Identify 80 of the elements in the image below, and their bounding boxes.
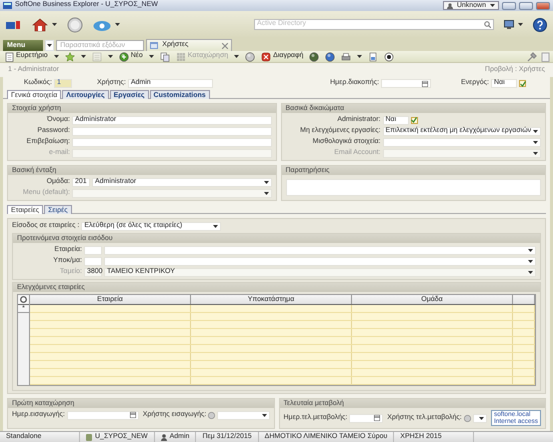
copy-icon xyxy=(160,52,170,62)
page-icon xyxy=(368,52,378,62)
caret-icon xyxy=(533,140,538,144)
caret-icon xyxy=(108,55,113,58)
input-field[interactable] xyxy=(72,138,272,146)
app-icon xyxy=(3,2,12,9)
toolbar-button[interactable] xyxy=(340,51,364,62)
caret-icon xyxy=(528,270,533,274)
caret-icon xyxy=(264,192,268,194)
circle-icon xyxy=(309,52,320,62)
logo-icon[interactable] xyxy=(6,20,22,30)
dropdown-field[interactable] xyxy=(382,148,541,158)
caret-icon xyxy=(52,23,57,26)
document-icon xyxy=(4,52,14,62)
dropdown-field[interactable] xyxy=(472,414,487,422)
caret-icon xyxy=(54,55,59,58)
notes-field[interactable] xyxy=(286,179,541,196)
info-icon xyxy=(325,52,336,62)
delete-icon xyxy=(261,52,272,62)
caret-icon xyxy=(213,224,218,228)
check-icon xyxy=(520,80,526,86)
code-field[interactable] xyxy=(84,246,102,254)
checkbox[interactable] xyxy=(519,80,526,87)
caret-icon xyxy=(115,23,120,26)
monitor-icon[interactable] xyxy=(504,20,514,29)
calendar-icon xyxy=(422,80,428,86)
toolbar-button[interactable] xyxy=(308,51,320,62)
date-field[interactable] xyxy=(349,414,384,422)
code-field[interactable] xyxy=(84,256,102,266)
caret-icon xyxy=(47,44,52,47)
caret-icon xyxy=(518,23,523,26)
help-icon[interactable] xyxy=(533,18,547,32)
database-icon xyxy=(86,434,92,440)
calendar-icon xyxy=(130,412,136,418)
caret-icon xyxy=(264,180,268,184)
search-icon xyxy=(484,21,491,28)
dropdown-button[interactable] xyxy=(45,40,54,51)
tools-icon[interactable] xyxy=(527,52,537,62)
date-field[interactable] xyxy=(381,79,432,88)
list-icon xyxy=(92,52,102,62)
date-field[interactable] xyxy=(66,410,139,420)
toolbar-button[interactable] xyxy=(324,51,336,62)
check-icon xyxy=(411,117,417,123)
dropdown-field[interactable] xyxy=(72,188,272,198)
minimize-button[interactable] xyxy=(502,2,516,10)
checkbox[interactable] xyxy=(410,116,418,124)
caret-icon xyxy=(490,4,495,7)
caret-icon xyxy=(148,55,154,58)
input-field[interactable] xyxy=(72,148,272,158)
dropdown-field[interactable] xyxy=(104,246,536,254)
toolbar-button[interactable] xyxy=(383,51,396,62)
calendar-icon xyxy=(374,415,380,421)
dropdown-field[interactable] xyxy=(104,256,536,266)
caret-icon xyxy=(80,55,86,58)
printer-icon xyxy=(341,52,352,62)
dropdown-field[interactable] xyxy=(382,138,541,146)
caret-icon xyxy=(357,55,362,58)
toolbar-button[interactable] xyxy=(64,51,87,62)
grid-icon xyxy=(176,52,186,62)
close-icon[interactable] xyxy=(222,42,228,48)
clipboard-icon[interactable] xyxy=(541,52,550,62)
caret-icon xyxy=(528,248,533,252)
caret-icon xyxy=(528,260,533,262)
star-icon xyxy=(64,52,75,62)
record-icon xyxy=(384,52,394,62)
caret-icon xyxy=(262,414,266,416)
close-button[interactable] xyxy=(536,2,550,10)
maximize-button[interactable] xyxy=(519,2,533,10)
refresh-icon xyxy=(245,52,256,62)
toolbar-button[interactable] xyxy=(244,51,256,62)
plus-icon xyxy=(118,52,129,62)
caret-icon xyxy=(533,130,538,132)
caret-icon xyxy=(533,152,538,154)
form-icon xyxy=(150,42,158,49)
column-header[interactable] xyxy=(18,295,29,305)
dropdown-field[interactable] xyxy=(217,410,270,420)
caret-icon xyxy=(234,55,240,58)
house-icon[interactable] xyxy=(32,18,48,32)
caret-icon xyxy=(478,416,484,420)
input-field[interactable] xyxy=(72,126,272,136)
